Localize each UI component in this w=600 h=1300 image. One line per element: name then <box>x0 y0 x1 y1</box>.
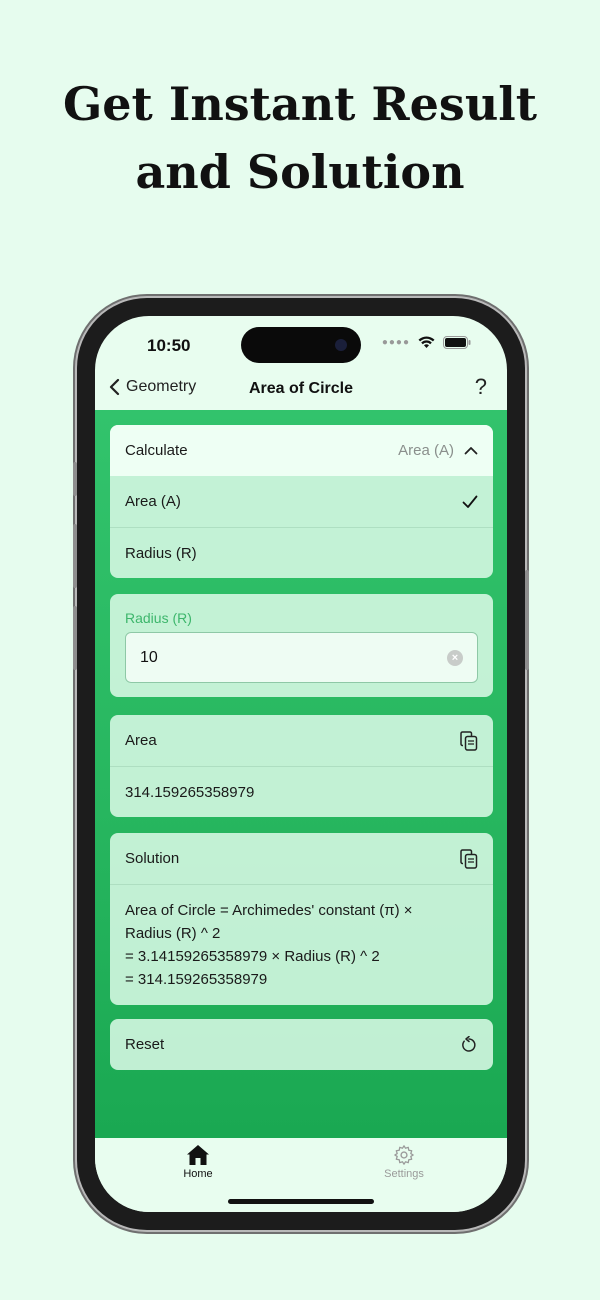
home-indicator <box>228 1199 374 1204</box>
calculate-card: Calculate Area (A) Area (A) Radius (R) <box>110 425 493 578</box>
navigation-bar: Geometry Area of Circle ? <box>95 374 507 410</box>
solution-label: Solution <box>125 850 180 867</box>
solution-line: = 3.14159265358979 × Radius (R) ^ 2 <box>125 948 380 965</box>
radius-input-value: 10 <box>140 648 158 666</box>
chevron-left-icon <box>109 378 120 396</box>
solution-text: Area of Circle = Archimedes' constant (π… <box>110 884 493 1005</box>
tab-settings[interactable]: Settings <box>364 1144 444 1180</box>
reset-label: Reset <box>125 1036 165 1053</box>
status-icons: ●●●● <box>382 336 471 349</box>
radius-field-label: Radius (R) <box>125 610 192 626</box>
calculate-label: Calculate <box>125 442 188 459</box>
solution-card: Solution Area of Circle = Archimedes' co… <box>110 833 493 1005</box>
signal-dots-icon: ●●●● <box>381 337 410 348</box>
battery-icon <box>443 336 471 349</box>
gear-icon <box>394 1145 414 1165</box>
camera-icon <box>335 339 347 351</box>
option-area[interactable]: Area (A) <box>110 476 493 527</box>
option-radius-label: Radius (R) <box>125 544 197 562</box>
back-label: Geometry <box>126 378 197 395</box>
tab-bar: Home Settings <box>95 1138 507 1212</box>
wifi-icon <box>418 336 435 348</box>
solution-line: Radius (R) ^ 2 <box>125 925 221 942</box>
tab-home[interactable]: Home <box>158 1144 238 1180</box>
tab-settings-label: Settings <box>384 1168 424 1180</box>
calculate-header[interactable]: Calculate Area (A) <box>110 425 493 476</box>
headline: Get Instant Result and Solution <box>0 70 600 206</box>
copy-icon[interactable] <box>460 848 478 869</box>
radius-input[interactable]: 10 × <box>125 632 478 683</box>
solution-line: Area of Circle = Archimedes' constant (π… <box>125 902 413 919</box>
solution-line: = 314.159265358979 <box>125 971 268 988</box>
area-result-card: Area 314.159265358979 <box>110 715 493 817</box>
solution-header: Solution <box>110 833 493 884</box>
area-label: Area <box>125 732 157 749</box>
dynamic-island <box>241 327 361 363</box>
phone-volume-down <box>73 606 77 670</box>
home-icon <box>187 1145 209 1165</box>
phone-volume-up <box>73 524 77 588</box>
headline-line-2: and Solution <box>135 145 465 199</box>
headline-line-1: Get Instant Result <box>63 77 537 131</box>
option-radius[interactable]: Radius (R) <box>110 527 493 578</box>
content-area: Calculate Area (A) Area (A) Radius (R) R… <box>95 410 507 1138</box>
radius-input-card: Radius (R) 10 × <box>110 594 493 697</box>
area-header: Area <box>110 715 493 766</box>
reset-button[interactable]: Reset <box>110 1019 493 1070</box>
back-button[interactable]: Geometry <box>109 378 196 396</box>
reset-icon <box>462 1035 476 1052</box>
copy-icon[interactable] <box>460 730 478 751</box>
phone-screen: 10:50 ●●●● Geometry Area of Circle ? Cal… <box>95 316 507 1212</box>
tab-home-label: Home <box>183 1168 213 1180</box>
option-area-label: Area (A) <box>125 493 181 510</box>
clear-icon[interactable]: × <box>447 649 463 666</box>
phone-power-button <box>525 570 529 670</box>
phone-silent-switch <box>73 462 77 496</box>
area-value: 314.159265358979 <box>110 766 493 817</box>
calculate-selected-value: Area (A) <box>398 442 454 459</box>
status-time: 10:50 <box>147 336 191 355</box>
help-button[interactable]: ? <box>475 374 487 400</box>
reset-card: Reset <box>110 1019 493 1070</box>
checkmark-icon <box>462 495 478 508</box>
chevron-up-icon <box>464 447 478 455</box>
